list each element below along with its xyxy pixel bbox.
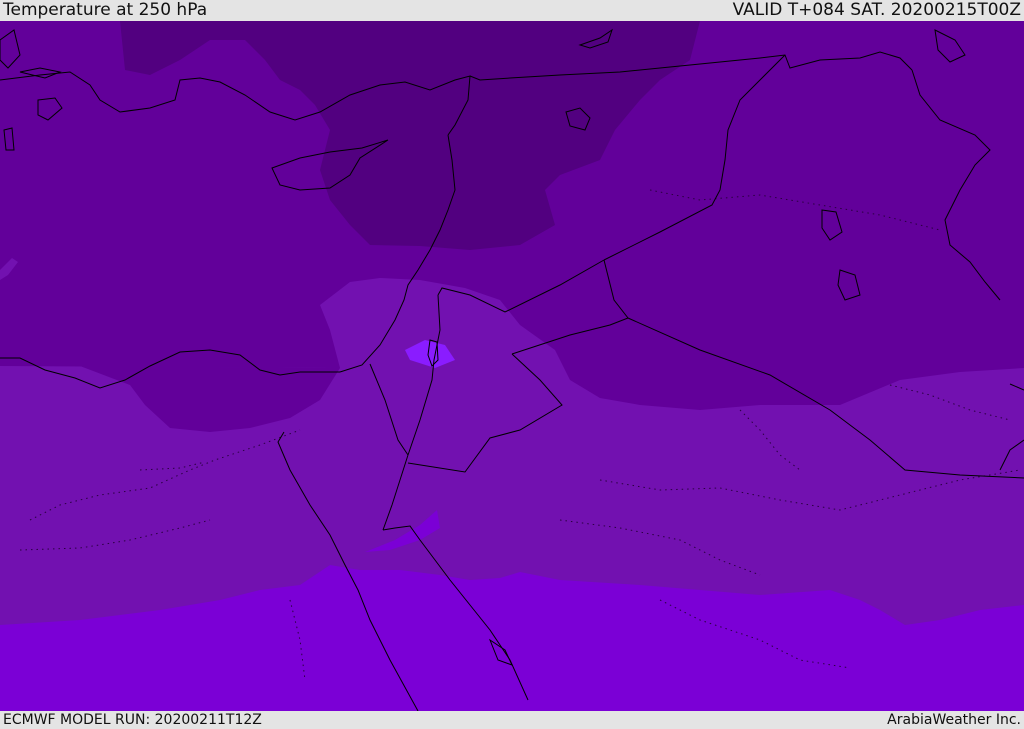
model-run: ECMWF MODEL RUN: 20200211T12Z — [3, 712, 262, 728]
credit: ArabiaWeather Inc. — [887, 712, 1021, 728]
map-footer: ECMWF MODEL RUN: 20200211T12Z ArabiaWeat… — [0, 711, 1024, 729]
temperature-map — [0, 21, 1024, 711]
map-header: Temperature at 250 hPa VALID T+084 SAT. … — [0, 0, 1024, 21]
map-title: Temperature at 250 hPa — [3, 0, 208, 20]
map-canvas — [0, 21, 1024, 711]
valid-time: VALID T+084 SAT. 20200215T00Z — [732, 0, 1021, 20]
